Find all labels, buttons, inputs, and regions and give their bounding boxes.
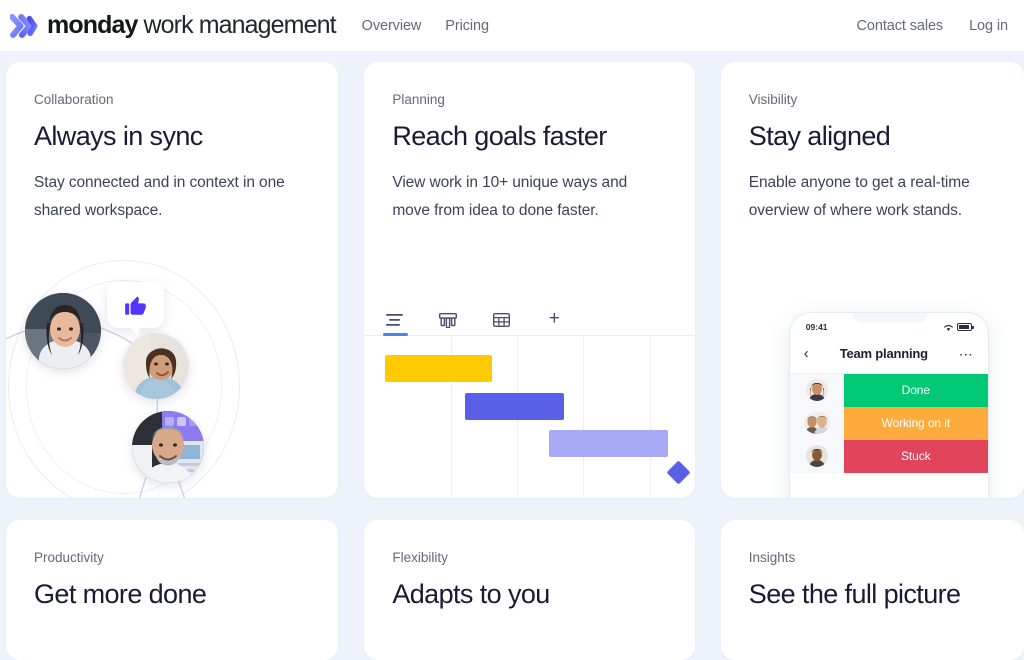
avatar	[805, 379, 828, 401]
site-header: monday work management Overview Pricing …	[0, 0, 1024, 51]
tab-table-view[interactable]	[488, 305, 514, 335]
card-planning[interactable]: Planning Reach goals faster View work in…	[364, 62, 695, 498]
monday-logo-icon	[10, 13, 38, 38]
view-tab-bar: +	[364, 302, 695, 336]
status-badge[interactable]: Done	[843, 373, 988, 407]
avatar-row-2	[803, 412, 830, 434]
card-eyebrow: Flexibility	[392, 550, 448, 565]
status-badge[interactable]: Stuck	[843, 439, 988, 473]
nav-item-pricing[interactable]: Pricing	[445, 18, 489, 34]
tab-add-view[interactable]: +	[541, 305, 567, 335]
contact-sales-link[interactable]: Contact sales	[857, 18, 944, 34]
add-view-plus-icon: +	[548, 307, 560, 329]
avatar	[25, 293, 101, 369]
avatar-person-3	[132, 411, 204, 483]
card-eyebrow: Productivity	[34, 550, 104, 565]
board-row[interactable]: Working on it	[789, 406, 988, 440]
board-row[interactable]: Stuck	[789, 439, 988, 473]
card-eyebrow: Collaboration	[34, 92, 114, 107]
gantt-bar[interactable]	[385, 355, 493, 382]
battery-icon	[956, 323, 974, 331]
log-in-link[interactable]: Log in	[969, 18, 1008, 34]
card-row-bottom: Productivity Get more done Flexibility A…	[6, 520, 1024, 660]
avatar-row-3	[805, 445, 828, 467]
gantt-view-icon	[386, 314, 404, 326]
card-description: View work in 10+ unique ways and move fr…	[392, 174, 628, 219]
gridline	[583, 336, 585, 496]
kanban-board-icon	[439, 313, 458, 328]
card-headline: Always in sync	[34, 121, 203, 151]
avatar-row-1	[805, 379, 828, 401]
gantt-bar[interactable]	[465, 393, 565, 420]
row-avatar-cell	[789, 439, 844, 473]
brand-logo[interactable]: monday work management	[10, 11, 337, 40]
card-headline: Adapts to you	[392, 579, 550, 609]
card-collaboration[interactable]: Collaboration Always in sync Stay connec…	[6, 62, 339, 498]
card-row-top: Collaboration Always in sync Stay connec…	[6, 62, 1024, 498]
board-row[interactable]: Done	[789, 373, 988, 407]
card-eyebrow: Planning	[392, 92, 445, 107]
thumbs-up-icon	[124, 296, 146, 315]
brand-name-light: work management	[137, 11, 336, 39]
row-avatar-cell	[789, 406, 844, 440]
avatar	[123, 333, 189, 399]
tab-kanban-view[interactable]	[435, 305, 461, 335]
status-indicators	[943, 323, 974, 332]
gantt-bar[interactable]	[549, 430, 669, 457]
card-description: Stay connected and in context in one sha…	[34, 174, 285, 219]
planning-illustration: +	[364, 302, 695, 498]
card-flexibility[interactable]: Flexibility Adapts to you	[364, 520, 695, 660]
avatar-person-2	[123, 333, 189, 399]
avatar	[132, 411, 204, 483]
feature-card-grid: Collaboration Always in sync Stay connec…	[0, 51, 1024, 660]
status-time: 09:41	[805, 322, 828, 332]
phone-board-title: Team planning	[839, 346, 928, 361]
brand-wordmark: monday work management	[47, 11, 337, 40]
avatar	[805, 445, 828, 467]
header-actions: Contact sales Log in	[857, 18, 1009, 34]
avatar	[803, 412, 830, 434]
primary-nav: Overview Pricing	[362, 18, 489, 34]
card-headline: Stay aligned	[748, 121, 891, 151]
avatar-person-1	[25, 293, 101, 369]
brand-name-bold: monday	[47, 11, 138, 39]
wifi-icon	[943, 324, 953, 331]
card-visibility[interactable]: Visibility Stay aligned Enable anyone to…	[720, 62, 1024, 498]
card-eyebrow: Visibility	[748, 92, 798, 107]
phone-mockup: 09:41 ‹ Team planning ⋯ Done Working on …	[788, 312, 989, 498]
card-headline: See the full picture	[748, 579, 961, 609]
collaboration-illustration	[6, 252, 338, 498]
phone-notch	[851, 313, 928, 323]
nav-item-overview[interactable]: Overview	[362, 18, 422, 34]
card-insights[interactable]: Insights See the full picture	[720, 520, 1024, 660]
phone-nav-bar: ‹ Team planning ⋯	[790, 332, 988, 373]
card-headline: Reach goals faster	[392, 121, 607, 151]
status-badge[interactable]: Working on it	[843, 406, 988, 440]
gantt-milestone[interactable]	[666, 460, 691, 485]
row-avatar-cell	[789, 373, 844, 407]
more-horizontal-icon[interactable]: ⋯	[959, 347, 974, 361]
gridline	[650, 336, 652, 496]
tab-gantt-view[interactable]	[382, 305, 409, 336]
table-view-icon	[492, 313, 510, 327]
reaction-bubble	[107, 282, 164, 337]
card-productivity[interactable]: Productivity Get more done	[6, 520, 339, 660]
card-eyebrow: Insights	[748, 550, 796, 565]
card-description: Enable anyone to get a real-time overvie…	[748, 174, 970, 219]
card-headline: Get more done	[34, 579, 207, 609]
gantt-chart	[364, 336, 694, 496]
